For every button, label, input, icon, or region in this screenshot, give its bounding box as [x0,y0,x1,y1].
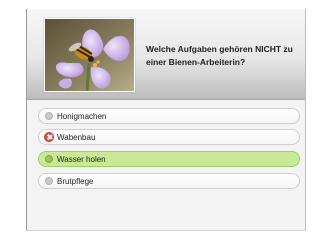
answer-label: Wasser holen [57,155,106,164]
question-header: Welche Aufgaben gehören NICHT zu einer B… [27,9,305,100]
answer-option-wasser-holen[interactable]: Wasser holen [38,151,300,167]
quiz-card: Welche Aufgaben gehören NICHT zu einer B… [26,9,306,231]
answer-option-honigmachen[interactable]: Honigmachen [38,108,300,124]
answer-option-brutpflege[interactable]: Brutpflege [38,173,300,189]
answer-label: Wabenbau [57,133,96,142]
answer-option-wabenbau[interactable]: Wabenbau [38,129,300,145]
wrong-x-icon [44,132,54,142]
question-text: Welche Aufgaben gehören NICHT zu einer B… [146,44,293,67]
answer-label: Honigmachen [57,112,107,121]
crocus-with-bee-image [44,18,135,92]
radio-dot-icon [45,177,53,185]
radio-dot-icon [45,112,53,120]
radio-dot-icon [45,155,53,163]
answer-label: Brutpflege [57,177,94,186]
